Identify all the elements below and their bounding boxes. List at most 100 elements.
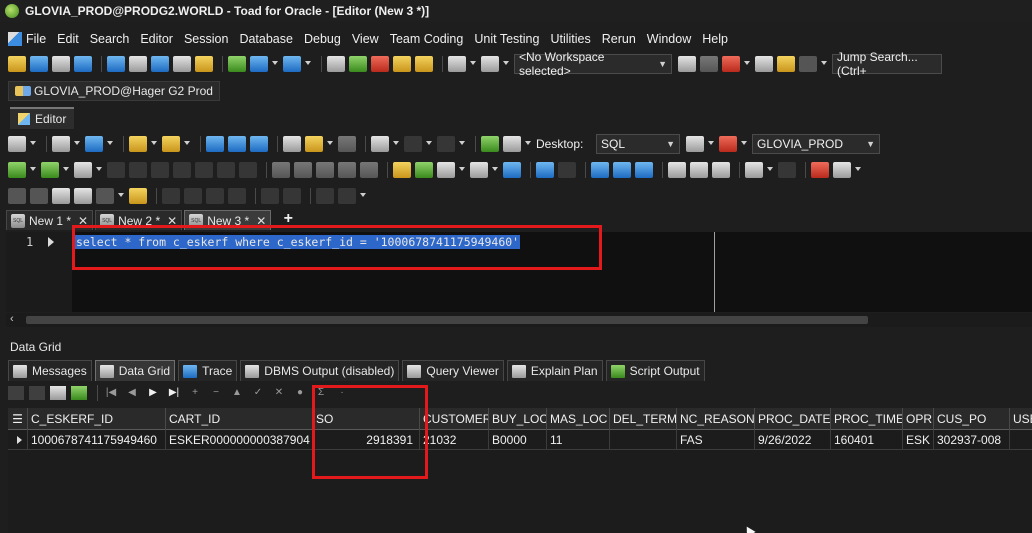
chevron-down-icon[interactable] [459, 167, 465, 173]
step-icon[interactable] [107, 162, 125, 178]
profiler-icon[interactable] [360, 162, 378, 178]
chevron-down-icon[interactable] [741, 141, 747, 147]
indent-icon[interactable] [437, 162, 455, 178]
bookmark-clear-icon[interactable] [228, 188, 246, 204]
recent-files-icon[interactable] [162, 136, 180, 152]
grid-cell[interactable] [1010, 430, 1032, 450]
menu-session[interactable]: Session [184, 32, 228, 46]
chevron-down-icon[interactable] [503, 61, 509, 67]
menu-edit[interactable]: Edit [57, 32, 79, 46]
table-row[interactable]: 1000678741175949460 ESKER000000000387904… [8, 430, 1032, 450]
grid-cell[interactable]: 1000678741175949460 [28, 430, 166, 450]
menu-view[interactable]: View [352, 32, 379, 46]
tab-messages[interactable]: Messages [8, 360, 92, 381]
workspace-add-icon[interactable] [678, 56, 696, 72]
chevron-down-icon[interactable] [107, 141, 113, 147]
delete-record-icon[interactable]: − [208, 386, 224, 400]
save-icon[interactable] [206, 136, 224, 152]
column-header[interactable]: NC_REASON [677, 408, 755, 430]
network-icon[interactable] [283, 56, 301, 72]
column-header[interactable]: CART_ID [166, 408, 313, 430]
first-record-icon[interactable]: |◀ [103, 386, 119, 400]
align-right-icon[interactable] [712, 162, 730, 178]
wrench-icon[interactable] [448, 56, 466, 72]
lightning-icon[interactable] [195, 56, 213, 72]
run-to-cursor-icon[interactable] [217, 162, 235, 178]
chevron-down-icon[interactable] [393, 141, 399, 147]
format-icon[interactable] [305, 136, 323, 152]
grid-menu-icon[interactable]: ☰ [8, 408, 28, 430]
grid-options-icon[interactable] [29, 386, 45, 400]
chevron-down-icon[interactable] [492, 167, 498, 173]
step-over-icon[interactable] [173, 162, 191, 178]
step-out-icon[interactable] [195, 162, 213, 178]
breakpoint-icon[interactable] [272, 162, 290, 178]
column-header[interactable]: MAS_LOC [547, 408, 610, 430]
chevron-left-icon[interactable]: ‹ [10, 313, 14, 325]
grid-icon[interactable] [107, 56, 125, 72]
forward-icon[interactable] [437, 136, 455, 152]
system-menu-icon[interactable] [8, 32, 22, 46]
uppercase-icon[interactable] [591, 162, 609, 178]
bookmark-next-icon[interactable] [184, 188, 202, 204]
connection-tab[interactable]: GLOVIA_PROD@Hager G2 Prod [8, 81, 220, 101]
unsplit-icon[interactable] [283, 188, 301, 204]
tab-explain-plan[interactable]: Explain Plan [506, 360, 603, 381]
align-center-icon[interactable] [690, 162, 708, 178]
chevron-down-icon[interactable] [327, 141, 333, 147]
new-editor-icon[interactable] [8, 56, 26, 72]
bookmark-icon[interactable] [162, 188, 180, 204]
menu-utilities[interactable]: Utilities [550, 32, 590, 46]
sql-file-icon[interactable] [52, 136, 70, 152]
record-icon[interactable] [811, 162, 829, 178]
workspace-save-icon[interactable] [700, 56, 718, 72]
editor-window-tab[interactable]: Editor [10, 107, 75, 129]
cancel-edit-icon[interactable]: ✕ [271, 386, 287, 400]
print-icon[interactable] [283, 136, 301, 152]
compare-icon[interactable] [327, 56, 345, 72]
align-left-icon[interactable] [668, 162, 686, 178]
db-icon[interactable] [250, 56, 268, 72]
execute-script-icon[interactable] [41, 162, 59, 178]
paste-icon[interactable] [371, 136, 389, 152]
chevron-down-icon[interactable] [118, 193, 124, 199]
grid-cell[interactable]: 11 [547, 430, 610, 450]
session-browser-icon[interactable] [74, 56, 92, 72]
clear-icon[interactable] [85, 136, 103, 152]
connect-icon[interactable] [8, 136, 26, 152]
next-record-icon[interactable]: ▶ [145, 386, 161, 400]
bug-icon[interactable] [129, 188, 147, 204]
export-grid-icon[interactable] [8, 386, 24, 400]
idea-icon[interactable] [777, 56, 795, 72]
menu-debug[interactable]: Debug [304, 32, 341, 46]
grid-cell[interactable]: B0000 [489, 430, 547, 450]
menu-team-coding[interactable]: Team Coding [390, 32, 464, 46]
chevron-down-icon[interactable] [525, 141, 531, 147]
grid-cell[interactable]: 9/26/2022 [755, 430, 831, 450]
chevron-down-icon[interactable] [470, 61, 476, 67]
chevron-down-icon[interactable] [855, 167, 861, 173]
mail-icon[interactable] [173, 56, 191, 72]
watch-icon[interactable] [294, 162, 312, 178]
tab-trace[interactable]: Trace [178, 360, 238, 381]
chevron-down-icon[interactable] [305, 61, 311, 67]
menu-help[interactable]: Help [702, 32, 728, 46]
chevron-down-icon[interactable] [821, 61, 827, 67]
sql-icon[interactable] [52, 56, 70, 72]
save-as-icon[interactable] [228, 136, 246, 152]
report-icon[interactable] [129, 56, 147, 72]
schema-browser-icon[interactable] [30, 56, 48, 72]
chevron-down-icon[interactable] [426, 141, 432, 147]
grid-calendar-icon[interactable] [50, 386, 66, 400]
menu-database[interactable]: Database [239, 32, 293, 46]
insert-record-icon[interactable]: + [187, 386, 203, 400]
redo-icon[interactable] [558, 162, 576, 178]
menu-search[interactable]: Search [90, 32, 130, 46]
tools-icon[interactable] [228, 56, 246, 72]
macro-icon[interactable] [778, 162, 796, 178]
grid-cell[interactable]: 21032 [420, 430, 489, 450]
chevron-down-icon[interactable] [63, 167, 69, 173]
evaluate-icon[interactable] [316, 162, 334, 178]
chevron-down-icon[interactable] [767, 167, 773, 173]
chevron-down-icon[interactable] [74, 141, 80, 147]
